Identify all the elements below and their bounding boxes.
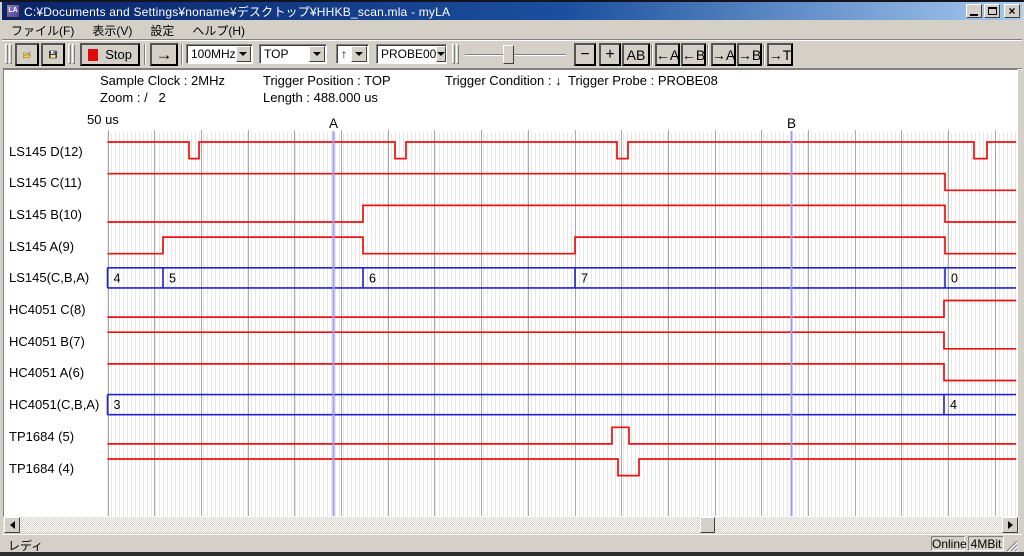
combo-dropdown-button[interactable]	[309, 46, 325, 62]
open-folder-icon	[23, 47, 31, 63]
maximize-button[interactable]	[984, 4, 1000, 18]
trigger-position-combo[interactable]: TOP	[259, 44, 327, 64]
trigger-edge-value: ↑	[337, 47, 351, 61]
channel-label: TP1684 (4)	[9, 461, 74, 479]
goto-trigger-button[interactable]: →T	[767, 43, 793, 66]
channel-label: HC4051 B(7)	[9, 334, 85, 352]
app-icon: LA	[6, 4, 20, 18]
toolbar-grip	[452, 44, 455, 64]
zoom-out-button[interactable]: −	[574, 43, 596, 66]
move-b-right-button[interactable]: →B	[737, 43, 762, 66]
trigger-edge-combo[interactable]: ↑	[336, 44, 369, 64]
trigger-probe-info: Trigger Probe : PROBE08	[568, 73, 718, 88]
zoom-slider-track[interactable]	[465, 54, 566, 56]
status-online-badge: Online	[931, 536, 965, 551]
scroll-right-button[interactable]	[1002, 517, 1018, 533]
zoom-slider-thumb[interactable]	[503, 45, 514, 64]
channel-label: HC4051 A(6)	[9, 365, 84, 383]
toolbar-separator	[707, 44, 709, 65]
close-button[interactable]: ×	[1004, 4, 1020, 18]
channel-label: TP1684 (5)	[9, 429, 74, 447]
arrow-right-icon	[1008, 521, 1013, 529]
toolbar-separator	[651, 44, 653, 65]
sample-clock-info: Sample Clock : 2MHz	[100, 73, 225, 88]
trigger-probe-value: PROBE00	[377, 47, 436, 61]
open-button[interactable]	[15, 43, 39, 66]
channel-label: LS145 B(10)	[9, 207, 82, 225]
combo-dropdown-button[interactable]	[436, 46, 446, 62]
trigger-condition-info: Trigger Condition : ↓	[445, 73, 562, 88]
channel-label: HC4051 C(8)	[9, 302, 86, 320]
trigger-probe-combo[interactable]: PROBE00	[376, 44, 447, 64]
window-title: C:¥Documents and Settings¥noname¥デスクトップ¥…	[24, 3, 450, 20]
run-arrow-icon: →	[156, 45, 173, 65]
channel-label: LS145 A(9)	[9, 239, 74, 257]
minimize-button[interactable]	[966, 4, 982, 18]
status-memory-badge: 4MBit	[968, 536, 1004, 551]
zoom-in-button[interactable]: +	[599, 43, 621, 66]
minimize-icon	[970, 14, 978, 16]
menu-view[interactable]: 表示(V)	[83, 20, 141, 41]
scroll-left-button[interactable]	[4, 517, 20, 533]
sample-clock-value: 100MHz	[187, 47, 236, 61]
length-info: Length : 488.000 us	[263, 90, 378, 105]
toolbar-separator	[763, 44, 765, 65]
toolbar-separator	[181, 44, 183, 65]
move-a-right-button[interactable]: →A	[711, 43, 736, 66]
save-button[interactable]	[41, 43, 65, 66]
arrow-left-icon	[10, 521, 15, 529]
menu-file[interactable]: ファイル(F)	[2, 20, 83, 41]
chevron-down-icon	[313, 52, 321, 56]
sample-clock-combo[interactable]: 100MHz	[186, 44, 253, 64]
channel-label: LS145(C,B,A)	[9, 270, 89, 288]
horizontal-scrollbar[interactable]	[3, 517, 1019, 533]
menu-help[interactable]: ヘルプ(H)	[183, 20, 254, 41]
chevron-down-icon	[355, 52, 363, 56]
application-window: LA C:¥Documents and Settings¥noname¥デスクト…	[0, 0, 1024, 556]
channel-label: LS145 C(11)	[9, 175, 82, 193]
save-floppy-icon	[49, 46, 57, 63]
title-bar: LA C:¥Documents and Settings¥noname¥デスクト…	[2, 2, 1022, 20]
run-button[interactable]: →	[150, 43, 178, 66]
combo-dropdown-button[interactable]	[236, 46, 251, 62]
toolbar-separator	[68, 44, 71, 64]
maximize-icon	[988, 7, 997, 15]
time-ruler-label: 50 us	[87, 112, 119, 127]
toolbar-separator	[144, 44, 146, 65]
chevron-down-icon	[437, 52, 445, 56]
zoom-info: Zoom : / 2	[100, 90, 166, 105]
screen-bottom-edge	[0, 552, 1024, 556]
toolbar-grip	[456, 44, 459, 64]
waveform-panel[interactable]	[3, 69, 1018, 517]
channel-label: LS145 D(12)	[9, 144, 83, 162]
menu-bar: ファイル(F) 表示(V) 設定 ヘルプ(H)	[2, 21, 1022, 40]
ab-button[interactable]: AB	[622, 43, 650, 66]
move-a-left-button[interactable]: ←A	[655, 43, 680, 66]
move-b-left-button[interactable]: ←B	[681, 43, 706, 66]
trigger-position-info: Trigger Position : TOP	[263, 73, 391, 88]
status-bar: レディ Online 4MBit	[2, 534, 1022, 552]
toolbar-grip	[5, 44, 8, 64]
chevron-down-icon	[239, 52, 247, 56]
toolbar-separator	[72, 44, 75, 64]
toolbar-grip	[9, 44, 12, 64]
stop-label: Stop	[105, 47, 132, 62]
toolbar: Stop → 100MHz TOP ↑ PROBE00 − + AB ←A	[2, 41, 1022, 69]
combo-dropdown-button[interactable]	[351, 46, 367, 62]
resize-grip[interactable]	[1005, 539, 1018, 552]
title-buttons: ×	[964, 4, 1020, 18]
stop-button[interactable]: Stop	[80, 43, 140, 66]
menu-settings[interactable]: 設定	[141, 20, 183, 41]
close-icon: ×	[1008, 6, 1015, 16]
scrollbar-thumb[interactable]	[700, 517, 715, 533]
channel-label: HC4051(C,B,A)	[9, 397, 99, 415]
trigger-position-value: TOP	[260, 47, 309, 61]
stop-icon	[88, 49, 98, 61]
